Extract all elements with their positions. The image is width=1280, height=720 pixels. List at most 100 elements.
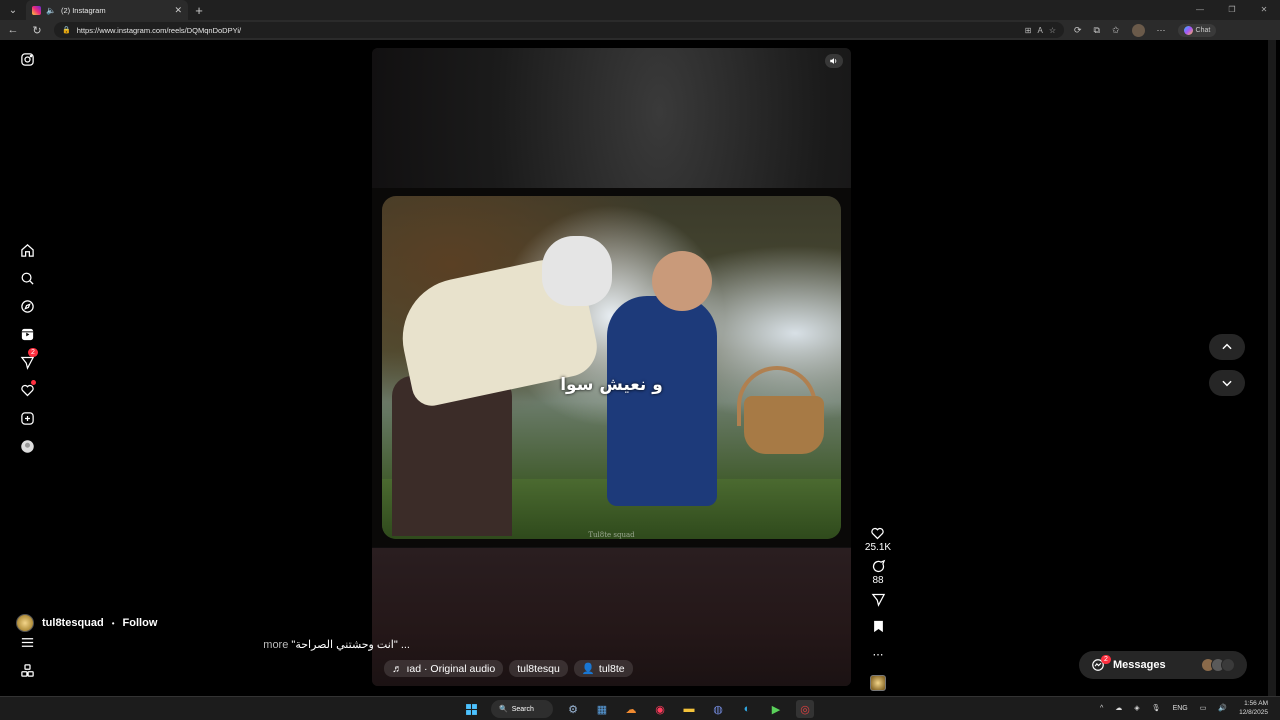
scene-woman-body [607,296,717,506]
language-indicator[interactable]: ENG [1173,705,1188,712]
sidebar: 2 [4,40,50,696]
more-dots-icon[interactable]: ⋯ [873,648,884,661]
system-tray: ^ ☁ ◈ 🎙 ENG ▭ 🔊 1:56 AM 12/8/2025 [1100,699,1268,717]
site-info-icon[interactable]: 🔒 [62,26,71,34]
new-tab-button[interactable]: + [188,3,210,18]
back-button[interactable]: ← [6,24,20,36]
settings-gear-icon[interactable]: ⚙ [564,700,582,718]
like-heart-icon[interactable] [870,526,885,541]
comment-action[interactable]: 88 [871,559,886,586]
next-reel-button[interactable] [1209,370,1245,396]
favorites-icon[interactable]: ✩ [1112,25,1120,36]
url-text[interactable]: https://www.instagram.com/reels/DQMqnDoD… [77,26,1019,35]
video-watermark: Tul8te squad [588,531,635,539]
message-avatars [1201,658,1235,672]
share-paper-plane-icon[interactable] [871,592,886,607]
more-options-action[interactable]: ⋯ [873,648,884,661]
close-tab-icon[interactable]: ✕ [174,5,182,16]
minimize-button[interactable]: — [1184,0,1216,20]
scene-woman-head [652,251,712,311]
like-action[interactable]: 25.1K [865,526,891,553]
edge-icon[interactable]: ◐ [738,700,756,718]
volume-icon[interactable]: 🔊 [1218,704,1227,712]
tray-overflow-chevron-up-icon[interactable]: ^ [1100,705,1103,712]
favorite-star-icon[interactable]: ☆ [1049,26,1056,35]
author-row: tul8tesquad • Follow [16,614,476,632]
caption-text: "انت وحشتني الصراحة" ... [291,639,410,651]
messages-pill[interactable]: 2 Messages [1079,651,1247,679]
browser-toolbar: ← ↻ 🔒 https://www.instagram.com/reels/DQ… [0,20,1280,40]
follow-button[interactable]: Follow [123,617,158,629]
page-scrollbar[interactable] [1268,40,1276,696]
save-action[interactable] [871,619,886,634]
notifications-heart-icon[interactable] [19,380,36,398]
reel-player[interactable]: و نعيش سوا Tul8te squad [372,48,851,686]
caption-more-link[interactable]: more [263,639,288,651]
also-from-meta-icon[interactable] [19,662,35,678]
discord-icon[interactable]: ◍ [709,700,727,718]
extensions-icon[interactable]: ⧉ [1094,25,1100,36]
tagged-user-label: tul8te [598,662,625,675]
browser-tab-strip: ⌄ 🔈 (2) Instagram ✕ + — ❐ ✕ [0,0,1280,20]
author-avatar[interactable] [16,614,34,632]
search-label: Search [511,705,534,713]
audio-chip[interactable]: ♬ ıad · Original audio [384,660,504,677]
instagram-page: 2 و نعيش سوا Tul8te squad tul8tesquad • … [4,40,1268,696]
microphone-icon[interactable]: 🎙 [1152,704,1161,712]
reels-icon[interactable] [19,326,35,342]
speaker-icon[interactable]: 🔈 [46,6,56,15]
taskbar-clock[interactable]: 1:56 AM 12/8/2025 [1239,699,1268,717]
messages-direct-icon[interactable]: 2 [19,348,38,370]
explore-compass-icon[interactable] [19,298,35,314]
tab-title: (2) Instagram [60,5,106,15]
profile-avatar[interactable] [1131,23,1145,37]
notification-badge: 2 [28,348,38,357]
search-icon[interactable] [19,270,35,286]
original-audio-thumbnail[interactable] [870,675,886,691]
create-plus-icon[interactable] [19,410,35,426]
taskbar-apps: 🔍 Search ⚙ ▦ ☁ ◉ ▬ ◍ ◐ ▶ ◎ [462,700,814,718]
author-name[interactable]: tul8tesquad [42,617,104,629]
reel-actions: 25.1K 88 ⋯ [854,526,902,691]
profile-avatar-icon[interactable] [19,438,35,454]
chrome-like-icon[interactable]: ◎ [796,700,814,718]
chat-button[interactable]: Chat [1177,23,1217,37]
bookmark-icon[interactable] [871,619,886,634]
network-icon[interactable]: ▭ [1200,704,1207,712]
refresh-button[interactable]: ↻ [30,24,44,37]
volume-icon [830,58,837,64]
refresh-extension-icon[interactable]: ⟳ [1074,25,1082,36]
file-explorer-icon[interactable]: ▬ [680,700,698,718]
tab-list-button[interactable]: ⌄ [0,0,26,20]
cloud-app-icon[interactable]: ☁ [622,700,640,718]
previous-reel-button[interactable] [1209,334,1245,360]
red-app-icon[interactable]: ◉ [651,700,669,718]
read-aloud-icon[interactable]: A [1037,26,1042,35]
address-bar[interactable]: 🔒 https://www.instagram.com/reels/DQMqnD… [54,22,1064,38]
taskbar-search[interactable]: 🔍 Search [491,700,553,718]
tagged-user-chip[interactable]: 👤 tul8te [573,660,633,677]
tab-instagram[interactable]: 🔈 (2) Instagram ✕ [26,0,188,20]
home-icon[interactable] [19,242,35,258]
audio-chip-label: ıad · Original audio [406,662,496,675]
comment-bubble-icon[interactable] [871,559,886,574]
copilot-icon [1183,25,1193,35]
app-available-icon[interactable]: ⊞ [1025,26,1032,35]
video-overlay-text: و نعيش سوا [560,375,663,395]
collab-chip[interactable]: tul8tesqu [509,660,568,677]
windows-start-icon[interactable] [462,700,480,718]
share-action[interactable] [871,592,886,607]
onedrive-icon[interactable]: ☁ [1115,704,1122,712]
photos-icon[interactable]: ▦ [593,700,611,718]
media-player-icon[interactable]: ▶ [767,700,785,718]
close-window-button[interactable]: ✕ [1248,0,1280,20]
notification-dot [31,380,36,385]
restore-button[interactable]: ❐ [1216,0,1248,20]
reel-caption[interactable]: more "انت وحشتني الصراحة" ... [16,638,476,651]
reel-video-frame[interactable]: و نعيش سوا Tul8te squad [372,188,851,547]
security-icon[interactable]: ◈ [1134,704,1139,712]
instagram-logo-icon[interactable] [19,51,35,67]
more-menu-icon[interactable]: ⋯ [1157,25,1166,36]
mute-toggle-button[interactable] [825,54,843,68]
scene-man-head [542,236,612,306]
